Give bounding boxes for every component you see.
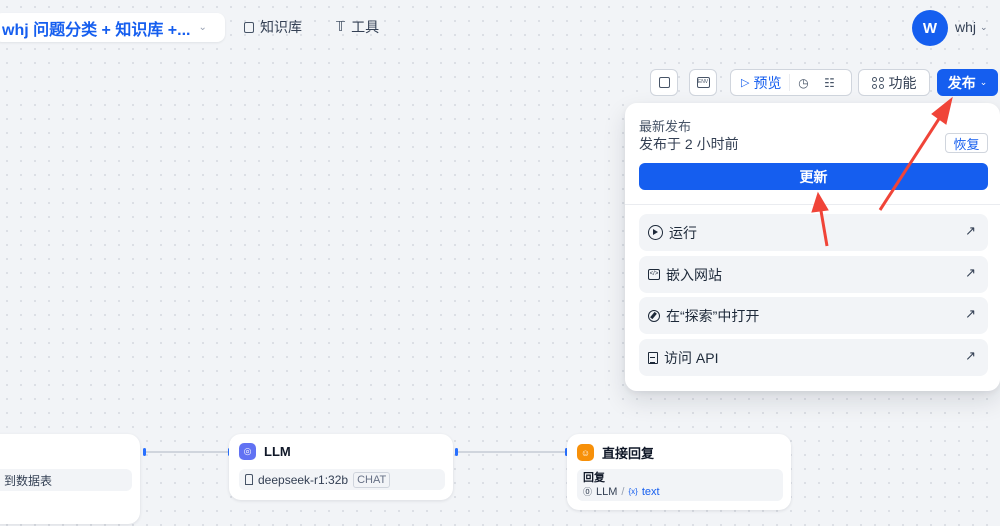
chevron-down-icon: ⌄	[198, 22, 207, 33]
menu-item-label: 访问 API	[664, 349, 719, 366]
user-name: whj	[955, 19, 977, 35]
node-title-label: 直接回复	[602, 446, 655, 461]
mode-tag: CHAT	[353, 471, 391, 488]
variable-name: text	[641, 486, 660, 498]
separator: /	[621, 486, 625, 498]
edit-icon	[658, 77, 670, 88]
variable-reference: ⓪ LLM / {x} text	[583, 485, 777, 499]
workflow-node-llm[interactable]: ◎ LLM deepseek-r1:32b CHAT	[229, 434, 453, 500]
model-name: deepseek-r1:32b	[258, 472, 349, 487]
update-button[interactable]: 更新	[639, 163, 988, 190]
answer-field: 回复 ⓪ LLM / {x} text	[577, 469, 783, 501]
workflow-edge	[457, 451, 567, 453]
external-link-icon: ↗	[965, 223, 976, 238]
features-button[interactable]: 功能	[858, 69, 930, 96]
play-circle-icon	[648, 225, 663, 240]
env-variables-button[interactable]: ENV	[689, 69, 717, 96]
variable-icon: {x}	[628, 487, 638, 496]
node-title: ◎ LLM	[239, 443, 291, 460]
features-label: 功能	[888, 74, 917, 91]
book-icon	[244, 21, 254, 33]
preview-button-group: ▷ 预览 ◷ ☷	[730, 69, 852, 96]
answer-icon: ☺	[577, 444, 594, 461]
external-link-icon: ↗	[965, 348, 976, 363]
restore-button[interactable]: 恢复	[945, 133, 988, 153]
user-menu[interactable]: whj ⌄	[955, 19, 988, 35]
variable-source: LLM	[596, 486, 618, 498]
publish-button[interactable]: 发布 ⌄	[937, 69, 998, 96]
avatar[interactable]: W	[912, 10, 948, 46]
menu-item-label: 运行	[669, 224, 697, 241]
nav-tools[interactable]: 𝕋 工具	[336, 17, 379, 37]
node-output-handle[interactable]	[143, 448, 146, 456]
publish-label: 发布	[947, 74, 976, 91]
history-button[interactable]: ◷	[790, 76, 816, 90]
publish-dropdown: 最新发布 发布于 2 小时前 恢复 更新 运行 ↗ </> 嵌入网站 ↗ 在“探…	[625, 103, 1000, 391]
external-link-icon: ↗	[965, 306, 976, 321]
compass-icon	[648, 309, 660, 322]
menu-item-label: 嵌入网站	[666, 266, 722, 283]
app-title: whj 问题分类 + 知识库 +...	[2, 21, 191, 39]
nav-knowledge-base-label: 知识库	[260, 19, 302, 35]
node-title: ☺ 直接回复	[577, 443, 654, 462]
play-icon: ▷	[741, 77, 750, 89]
avatar-letter: W	[922, 19, 938, 37]
nav-tools-label: 工具	[351, 19, 380, 35]
menu-item-access-api[interactable]: 访问 API ↗	[639, 339, 988, 376]
preview-label: 预览	[753, 74, 782, 91]
env-icon: ENV	[696, 77, 710, 88]
menu-item-label: 在“探索”中打开	[666, 307, 760, 324]
preview-button[interactable]: ▷ 预览	[741, 74, 791, 91]
model-field: deepseek-r1:32b CHAT	[239, 469, 445, 490]
answer-field-label: 回复	[583, 472, 605, 484]
tool-icon: 𝕋	[336, 19, 346, 34]
workflow-edge	[145, 451, 229, 453]
embed-icon: </>	[648, 269, 660, 280]
published-time: 发布于 2 小时前	[639, 136, 739, 152]
checklist-button[interactable]: ☷	[816, 76, 842, 90]
model-icon	[245, 474, 253, 485]
latest-publish-label: 最新发布	[639, 119, 692, 134]
chevron-down-icon: ⌄	[979, 77, 988, 87]
menu-item-embed[interactable]: </> 嵌入网站 ↗	[639, 256, 988, 293]
divider	[625, 204, 1000, 205]
clock-icon: ◷	[798, 75, 809, 90]
workflow-node-partial[interactable]: 到数据表 g	[0, 434, 140, 524]
llm-small-icon: ⓪	[583, 487, 593, 497]
node-field-label: 到数据表	[4, 473, 53, 488]
edit-button[interactable]	[650, 69, 678, 96]
node-title-label: LLM	[264, 444, 291, 459]
app-title-selector[interactable]: whj 问题分类 + 知识库 +... ⌄	[0, 13, 225, 42]
nav-knowledge-base[interactable]: 知识库	[244, 17, 302, 37]
checklist-icon: ☷	[824, 75, 835, 90]
chevron-down-icon: ⌄	[980, 21, 988, 32]
document-icon	[648, 351, 658, 364]
external-link-icon: ↗	[965, 265, 976, 280]
menu-item-run[interactable]: 运行 ↗	[639, 214, 988, 251]
menu-item-open-in-explore[interactable]: 在“探索”中打开 ↗	[639, 297, 988, 334]
node-field: 到数据表	[0, 469, 132, 491]
llm-icon: ◎	[239, 443, 256, 460]
node-output-handle[interactable]	[455, 448, 458, 456]
workflow-node-answer[interactable]: ☺ 直接回复 回复 ⓪ LLM / {x} text	[567, 434, 791, 510]
features-icon	[871, 76, 884, 89]
